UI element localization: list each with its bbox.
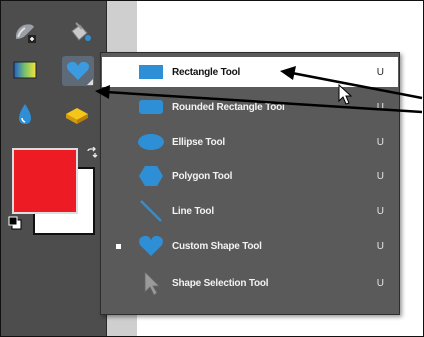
smart-brush-icon bbox=[15, 24, 36, 43]
current-tool-check-icon bbox=[116, 243, 121, 249]
menu-item-label: Rounded Rectangle Tool bbox=[172, 101, 285, 113]
menu-item-shortcut: U bbox=[376, 136, 384, 148]
mouse-cursor-icon bbox=[338, 84, 353, 105]
menu-item-ellipse-tool[interactable]: Ellipse Tool U bbox=[102, 127, 398, 157]
menu-item-line-tool[interactable]: Line Tool U bbox=[102, 196, 398, 226]
foreground-color-swatch[interactable] bbox=[12, 148, 78, 214]
menu-item-shortcut: U bbox=[376, 101, 384, 113]
menu-item-custom-shape-tool[interactable]: Custom Shape Tool U bbox=[102, 231, 398, 261]
menu-item-label: Rectangle Tool bbox=[172, 66, 241, 78]
shape-selection-arrow-icon bbox=[144, 271, 160, 296]
menu-item-label: Polygon Tool bbox=[172, 170, 233, 182]
menu-item-shortcut: U bbox=[376, 205, 384, 217]
shape-tools-flyout-menu: Rectangle Tool U Rounded Rectangle Tool … bbox=[100, 52, 400, 315]
blur-drop-icon bbox=[19, 104, 31, 124]
menu-item-polygon-tool[interactable]: Polygon Tool U bbox=[102, 161, 398, 191]
swap-colors-icon[interactable] bbox=[86, 147, 98, 159]
blur-tool[interactable] bbox=[10, 100, 40, 128]
smart-brush-tool[interactable] bbox=[10, 18, 40, 46]
menu-item-shortcut: U bbox=[376, 66, 384, 78]
polygon-shape-icon bbox=[139, 166, 163, 186]
paint-bucket-tool[interactable] bbox=[64, 18, 94, 46]
toolbox bbox=[0, 0, 107, 337]
custom-heart-shape-icon bbox=[139, 235, 163, 256]
menu-item-shortcut: U bbox=[376, 277, 384, 289]
menu-item-shortcut: U bbox=[376, 240, 384, 252]
menu-item-label: Ellipse Tool bbox=[172, 136, 225, 148]
rounded-rectangle-shape-icon bbox=[139, 100, 163, 114]
menu-item-label: Custom Shape Tool bbox=[172, 240, 262, 252]
menu-item-shape-selection-tool[interactable]: Shape Selection Tool U bbox=[102, 268, 398, 298]
line-shape-icon bbox=[140, 200, 162, 222]
sponge-tool[interactable] bbox=[62, 100, 92, 128]
gradient-icon bbox=[13, 61, 37, 79]
default-colors-icon[interactable] bbox=[8, 216, 22, 230]
sponge-icon bbox=[66, 108, 88, 124]
ellipse-shape-icon bbox=[138, 134, 164, 150]
menu-item-shortcut: U bbox=[376, 170, 384, 182]
menu-item-rectangle-tool[interactable]: Rectangle Tool U bbox=[102, 57, 398, 87]
custom-shape-tool[interactable] bbox=[62, 56, 94, 86]
menu-item-label: Shape Selection Tool bbox=[172, 277, 269, 289]
gradient-tool[interactable] bbox=[10, 56, 40, 84]
paint-bucket-icon bbox=[71, 22, 91, 41]
menu-item-label: Line Tool bbox=[172, 205, 214, 217]
tool-flyout-indicator-icon bbox=[87, 79, 93, 85]
rectangle-shape-icon bbox=[139, 65, 163, 79]
